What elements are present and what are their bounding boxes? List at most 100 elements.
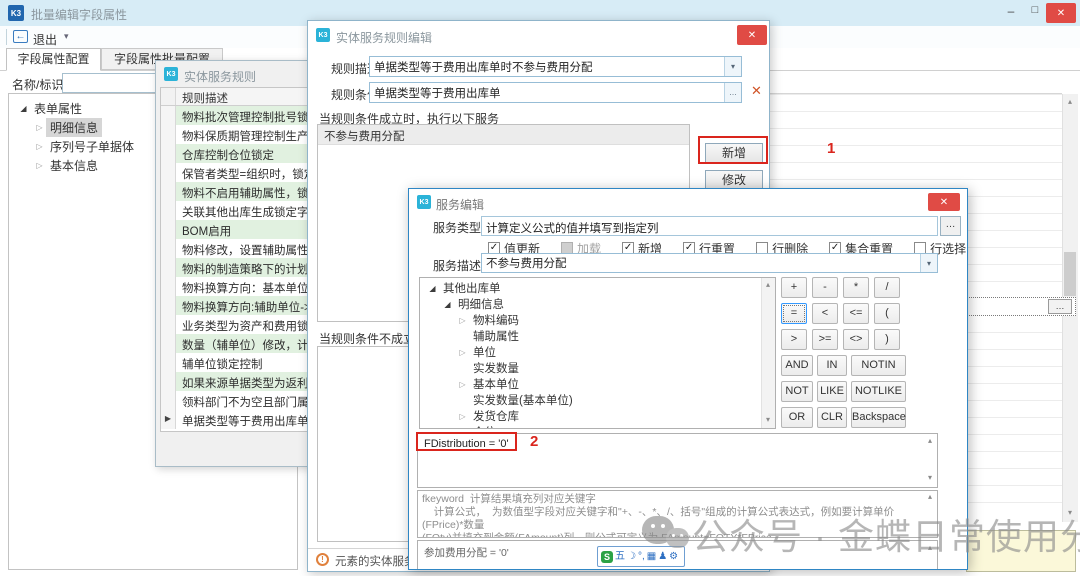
rule-description: BOM启用 bbox=[176, 220, 231, 239]
row-header-cell bbox=[161, 353, 176, 372]
rule-description-combo[interactable]: 单据类型等于费用出库单时不参与费用分配 ▾ bbox=[369, 56, 742, 77]
row-header-cell bbox=[161, 106, 176, 125]
operator-button-not[interactable]: NOT bbox=[781, 381, 813, 402]
row-header-cell bbox=[161, 144, 176, 163]
service-description-value: 不参与费用分配 bbox=[482, 255, 920, 271]
row-header-cell bbox=[161, 239, 176, 258]
operator-button-<[interactable]: < bbox=[812, 303, 838, 324]
moon-icon[interactable]: ☽ bbox=[627, 551, 636, 563]
operator-button-or[interactable]: OR bbox=[781, 407, 813, 428]
operator-button->[interactable]: > bbox=[781, 329, 807, 350]
collapse-icon[interactable]: ▷ bbox=[456, 348, 469, 357]
operator-button-*[interactable]: * bbox=[843, 277, 869, 298]
highlight-box-step1 bbox=[698, 136, 768, 164]
service-list-item[interactable]: 不参与费用分配 bbox=[318, 125, 689, 145]
dialog-logo-icon: K3 bbox=[417, 195, 431, 209]
operator-button-)[interactable]: ) bbox=[874, 329, 900, 350]
sogou-logo[interactable]: S bbox=[601, 551, 613, 563]
scroll-up-icon[interactable]: ▴ bbox=[923, 492, 937, 501]
service-type-input[interactable]: 计算定义公式的值并填写到指定列 bbox=[481, 216, 938, 236]
row-header-cell bbox=[161, 372, 176, 391]
field-tree: ◢其他出库单◢明细信息▷物料编码辅助属性▷单位实发数量▷基本单位实发数量(基本单… bbox=[419, 277, 776, 429]
row-selector-arrow: ▶ bbox=[161, 410, 176, 429]
exit-button[interactable]: 退出 bbox=[33, 31, 57, 48]
tree-item[interactable]: ▷物料编码 bbox=[420, 312, 775, 328]
operator-button-([interactable]: ( bbox=[874, 303, 900, 324]
operator-button->=[interactable]: >= bbox=[812, 329, 838, 350]
collapse-icon[interactable]: ▷ bbox=[33, 123, 46, 132]
tree-item[interactable]: ▷单位 bbox=[420, 344, 775, 360]
service-description-combo[interactable]: 不参与费用分配 ▾ bbox=[481, 253, 938, 273]
clear-condition-icon[interactable]: ✕ bbox=[751, 83, 762, 99]
scroll-up-icon[interactable]: ▴ bbox=[923, 436, 937, 445]
ellipsis-button[interactable]: … bbox=[724, 83, 741, 102]
maximize-button[interactable]: □ bbox=[1024, 4, 1046, 22]
operator-button-notlike[interactable]: NOTLIKE bbox=[851, 381, 906, 402]
row-header-cell bbox=[161, 277, 176, 296]
dropdown-icon[interactable]: ▾ bbox=[724, 57, 741, 76]
tree-item[interactable]: ◢明细信息 bbox=[420, 296, 775, 312]
tree-item[interactable]: ▷基本单位 bbox=[420, 376, 775, 392]
dialog-logo-icon: K3 bbox=[316, 28, 330, 42]
operator-button-in[interactable]: IN bbox=[817, 355, 847, 376]
row-header-cell bbox=[161, 220, 176, 239]
row-header-cell bbox=[161, 315, 176, 334]
operator-button-/[interactable]: / bbox=[874, 277, 900, 298]
grid-scrollbar-thumb[interactable] bbox=[1064, 252, 1076, 296]
row-header-cell bbox=[161, 334, 176, 353]
collapse-icon[interactable]: ▷ bbox=[456, 316, 469, 325]
help-line: fkeyword 计算结果填充列对应关键字 bbox=[422, 493, 923, 506]
watermark: 公众号 · 金蝶日常使用分享 bbox=[640, 508, 1080, 560]
operator-button-and[interactable]: AND bbox=[781, 355, 813, 376]
close-button[interactable]: ✕ bbox=[928, 193, 960, 211]
close-button[interactable]: ✕ bbox=[737, 25, 767, 45]
app-logo-icon: K3 bbox=[8, 5, 24, 21]
collapse-icon[interactable]: ▷ bbox=[456, 412, 469, 421]
operator-button-<>[interactable]: <> bbox=[843, 329, 869, 350]
tree-item[interactable]: ▷发货仓库 bbox=[420, 408, 775, 424]
tree-item[interactable]: 辅助属性 bbox=[420, 328, 775, 344]
scroll-down-icon[interactable]: ▾ bbox=[923, 473, 937, 482]
operator-button--[interactable]: - bbox=[812, 277, 838, 298]
close-button[interactable]: ✕ bbox=[1046, 3, 1076, 23]
tree-item[interactable]: 实发数量 bbox=[420, 360, 775, 376]
toolbar-separator bbox=[6, 29, 7, 45]
operator-button-like[interactable]: LIKE bbox=[817, 381, 847, 402]
service-edit-dialog-title: 服务编辑 bbox=[436, 196, 484, 213]
expand-icon[interactable]: ◢ bbox=[17, 104, 30, 113]
operator-button-+[interactable]: + bbox=[781, 277, 807, 298]
minimize-button[interactable]: – bbox=[1000, 4, 1022, 22]
wubi-mode-icon[interactable]: 五 bbox=[615, 551, 625, 563]
rule-description-value: 单据类型等于费用出库单时不参与费用分配 bbox=[370, 59, 724, 75]
ellipsis-button[interactable]: … bbox=[940, 216, 961, 236]
tree-item[interactable]: 实发数量(基本单位) bbox=[420, 392, 775, 408]
operator-button-clr[interactable]: CLR bbox=[817, 407, 847, 428]
name-id-label: 名称/标识 bbox=[12, 76, 63, 93]
tree-item[interactable]: ◢其他出库单 bbox=[420, 280, 775, 296]
chevron-down-icon[interactable]: ▾ bbox=[64, 31, 69, 42]
tree-item-label: 明细信息 bbox=[46, 118, 102, 137]
operator-button-backspace[interactable]: Backspace bbox=[851, 407, 906, 428]
collapse-icon[interactable]: ▷ bbox=[33, 142, 46, 151]
rule-description-column-header: 规则描述 bbox=[176, 88, 228, 105]
row-header-cell bbox=[161, 258, 176, 277]
collapse-icon[interactable]: ▷ bbox=[456, 380, 469, 389]
operator-button-=[interactable]: = bbox=[781, 303, 807, 324]
scroll-down-icon[interactable]: ▾ bbox=[761, 415, 775, 424]
scroll-up-icon[interactable]: ▴ bbox=[761, 280, 775, 289]
exit-icon[interactable]: ← bbox=[13, 30, 28, 43]
rule-description: 关联其他出库生成锁定字段 bbox=[176, 201, 320, 220]
expand-icon[interactable]: ◢ bbox=[426, 284, 439, 293]
operator-button-<=[interactable]: <= bbox=[843, 303, 869, 324]
tree-item[interactable]: 仓位 bbox=[420, 424, 775, 429]
tab-field-property-config[interactable]: 字段属性配置 bbox=[6, 48, 101, 71]
cell-ellipsis-button[interactable]: … bbox=[1048, 299, 1072, 314]
collapse-icon[interactable]: ▷ bbox=[33, 161, 46, 170]
expand-icon[interactable]: ◢ bbox=[441, 300, 454, 309]
rule-condition-input[interactable]: 单据类型等于费用出库单 … bbox=[369, 82, 742, 103]
tree-scrollbar[interactable] bbox=[761, 278, 775, 428]
dropdown-icon[interactable]: ▾ bbox=[920, 254, 937, 272]
operator-button-notin[interactable]: NOTIN bbox=[851, 355, 906, 376]
watermark-text: 公众号 · 金蝶日常使用分享 bbox=[692, 508, 1080, 560]
scroll-up-icon[interactable]: ▴ bbox=[1062, 97, 1078, 106]
